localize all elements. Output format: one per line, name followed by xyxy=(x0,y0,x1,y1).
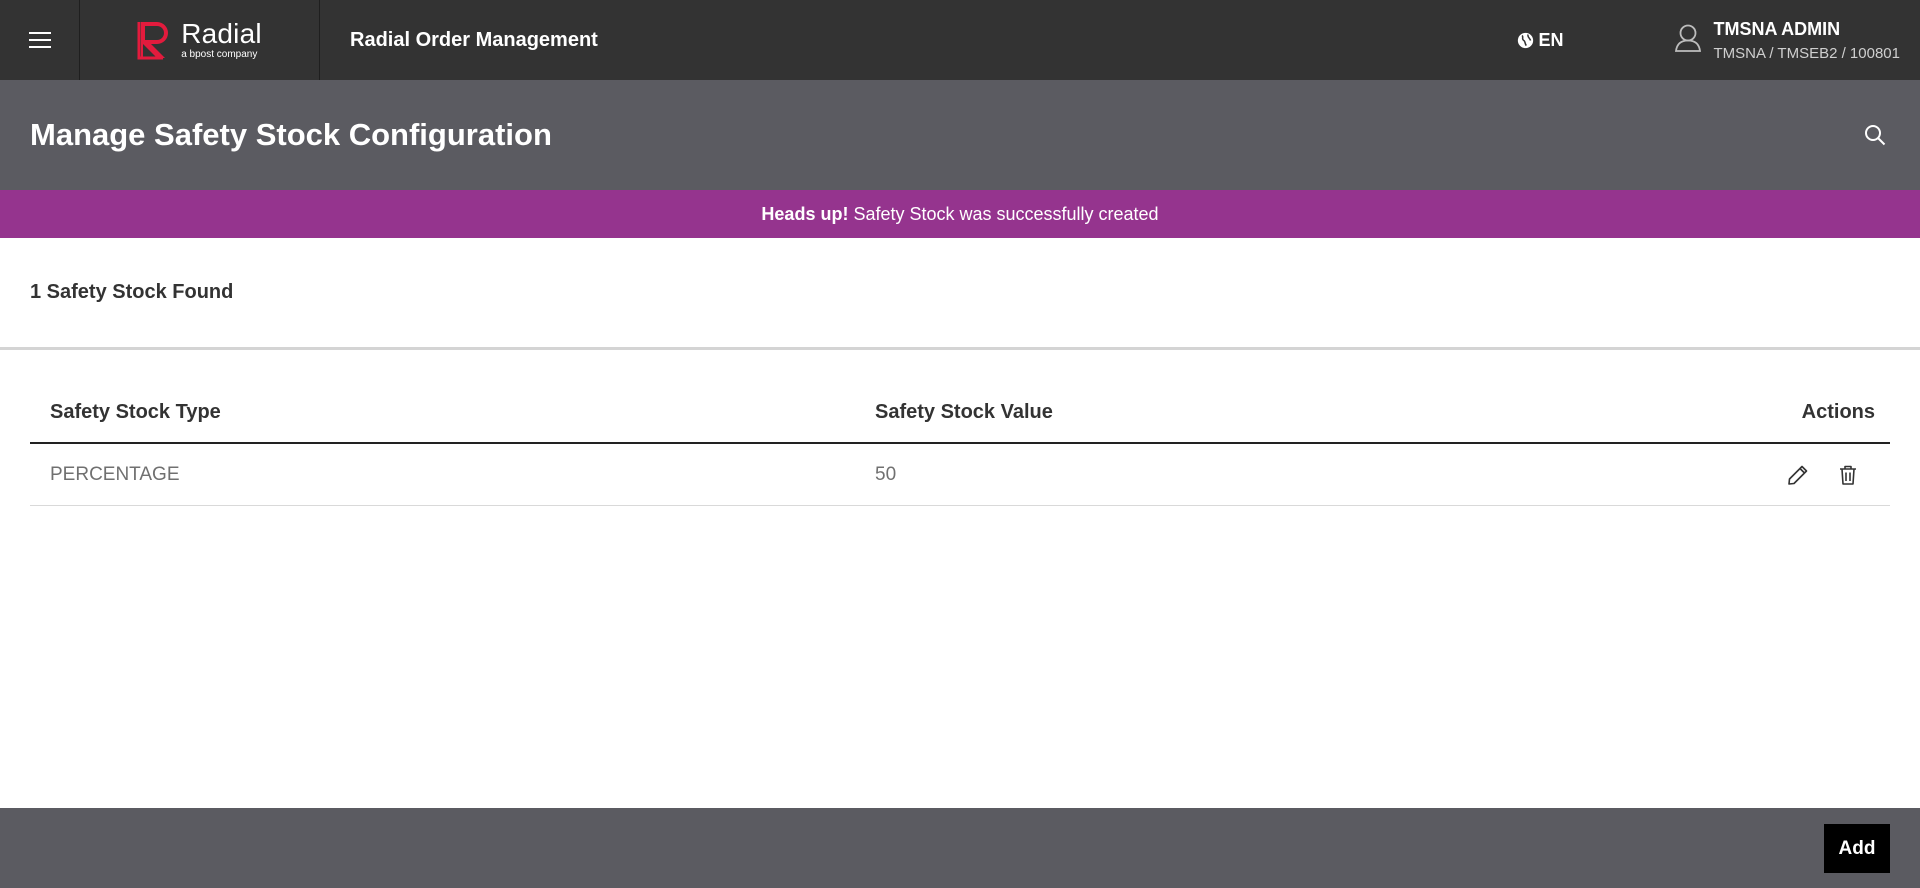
column-header-type[interactable]: Safety Stock Type xyxy=(30,401,875,424)
edit-button[interactable] xyxy=(1786,463,1810,487)
page-title-bar: Manage Safety Stock Configuration xyxy=(0,80,1920,190)
search-button[interactable] xyxy=(1860,120,1890,150)
row-actions xyxy=(1740,463,1890,487)
results-summary: 1 Safety Stock Found xyxy=(0,238,1920,350)
delete-icon xyxy=(1840,465,1856,485)
top-header: Radial a bpost company Radial Order Mana… xyxy=(0,0,1920,80)
add-button[interactable]: Add xyxy=(1824,824,1890,873)
delete-button[interactable] xyxy=(1836,463,1860,487)
user-icon xyxy=(1674,23,1702,58)
edit-icon xyxy=(1788,465,1808,485)
cell-safety-stock-type: PERCENTAGE xyxy=(50,463,180,485)
alert-heading: Heads up! xyxy=(761,203,849,224)
radial-logo[interactable]: Radial a bpost company xyxy=(80,0,320,80)
logo-tagline: a bpost company xyxy=(181,49,258,60)
column-header-actions: Actions xyxy=(1801,400,1875,423)
radial-logo-icon xyxy=(137,22,169,60)
results-count: 1 Safety Stock Found xyxy=(30,281,234,303)
page-title: Manage Safety Stock Configuration xyxy=(30,117,552,152)
menu-icon xyxy=(28,32,51,48)
table-header: Safety Stock Type Safety Stock Value Act… xyxy=(30,382,1890,444)
column-header-value[interactable]: Safety Stock Value xyxy=(875,401,1740,424)
user-name: TMSNA ADMIN xyxy=(1713,18,1841,39)
alert-message: Safety Stock was successfully created xyxy=(853,203,1159,224)
footer-bar: Add xyxy=(0,808,1920,888)
user-organization: TMSNA / TMSEB2 / 100801 xyxy=(1713,44,1900,62)
language-label: EN xyxy=(1538,29,1564,50)
table-row[interactable]: PERCENTAGE 50 xyxy=(30,444,1890,506)
search-icon xyxy=(1865,125,1886,146)
cell-safety-stock-value: 50 xyxy=(875,463,897,485)
logo-name: Radial xyxy=(181,18,262,49)
app-title: Radial Order Management xyxy=(350,28,598,51)
globe-icon xyxy=(1517,32,1533,48)
language-selector[interactable]: EN xyxy=(1517,0,1564,80)
menu-button[interactable] xyxy=(0,0,80,80)
success-alert: Heads up! Safety Stock was successfully … xyxy=(0,190,1920,238)
user-menu[interactable]: TMSNA ADMIN TMSNA / TMSEB2 / 100801 xyxy=(1674,0,1900,80)
safety-stock-table: Safety Stock Type Safety Stock Value Act… xyxy=(30,382,1890,506)
